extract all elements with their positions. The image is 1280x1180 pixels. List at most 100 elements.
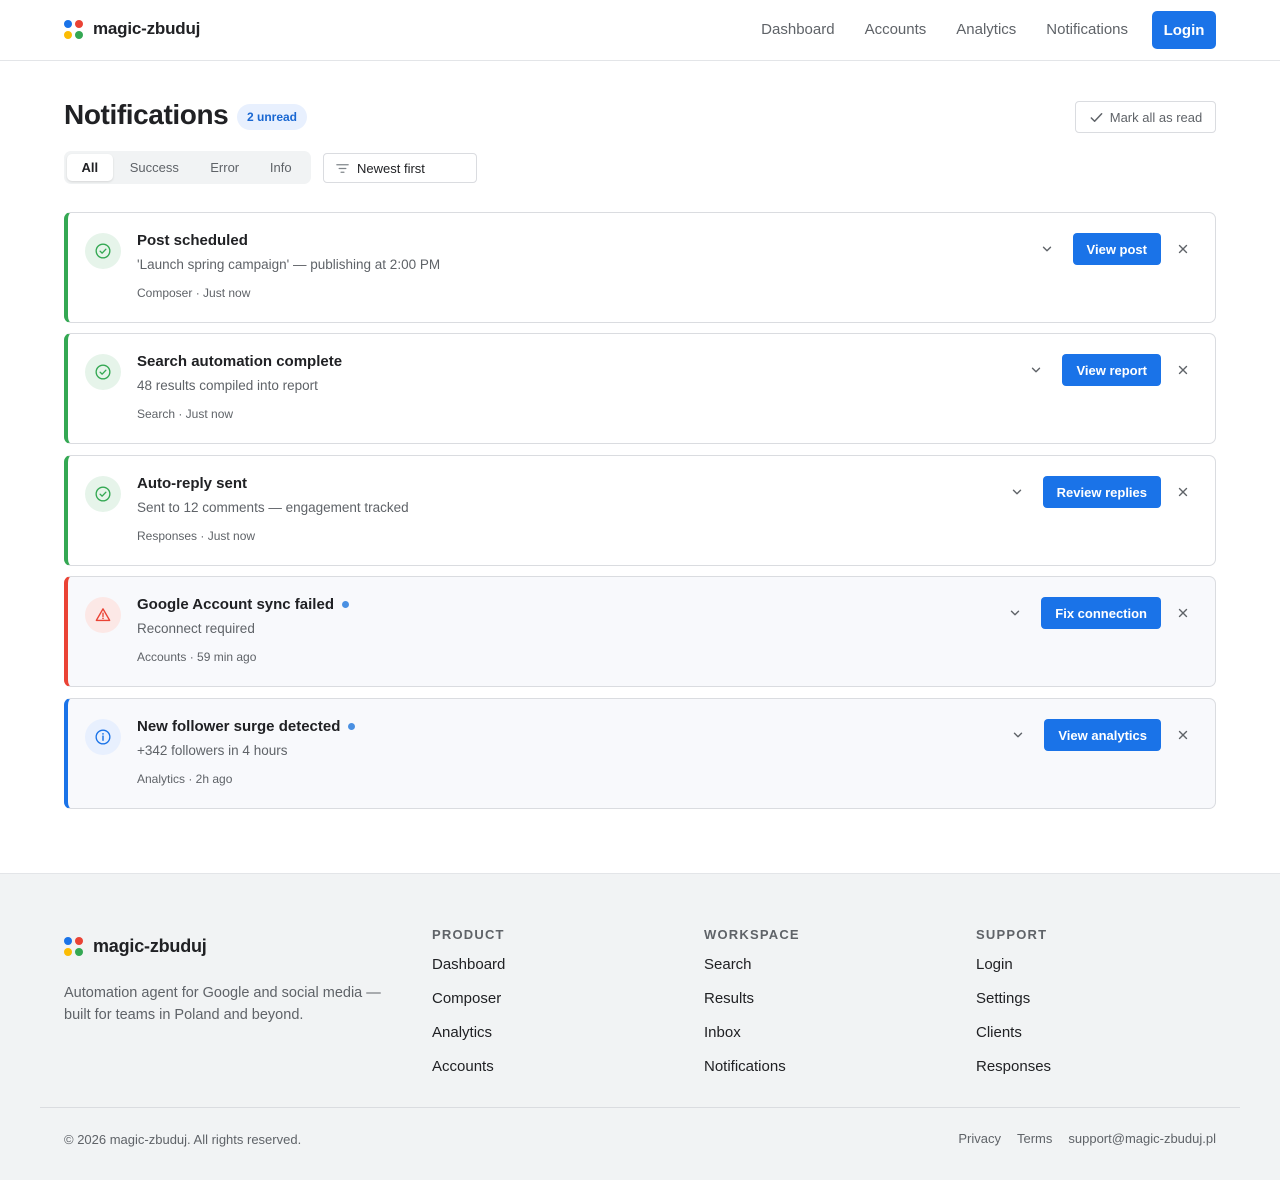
- mark-all-read-button[interactable]: Mark all as read: [1075, 101, 1216, 133]
- brand-dot: [75, 937, 83, 945]
- view-analytics-button[interactable]: View analytics: [1044, 719, 1161, 751]
- footer-brand[interactable]: magic-zbuduj: [64, 936, 207, 957]
- tab-all[interactable]: All: [67, 154, 113, 181]
- sort-select[interactable]: Newest first: [323, 153, 477, 183]
- footer-divider: [40, 1107, 1240, 1108]
- nav-analytics[interactable]: Analytics: [956, 11, 1016, 49]
- brand-dot: [64, 19, 72, 28]
- close-icon[interactable]: [1173, 725, 1193, 745]
- footer-link[interactable]: Settings: [976, 990, 1051, 1008]
- footer-column-support: SUPPORT Login Settings Clients Responses: [976, 927, 1051, 1092]
- chevron-down-icon[interactable]: [1008, 725, 1028, 745]
- warning-triangle-icon: [85, 597, 121, 633]
- notification-meta: Composer · Just now: [137, 286, 251, 300]
- close-icon[interactable]: [1173, 360, 1193, 380]
- support-email-link[interactable]: support@magic-zbuduj.pl: [1068, 1131, 1216, 1146]
- notification-title: Post scheduled: [137, 232, 248, 249]
- brand-dots-icon: [64, 937, 83, 956]
- footer-column-heading: PRODUCT: [432, 927, 505, 942]
- unread-count-badge: 2 unread: [237, 104, 308, 130]
- close-icon[interactable]: [1173, 603, 1193, 623]
- footer-column-heading: WORKSPACE: [704, 927, 800, 942]
- footer-brand-name: magic-zbuduj: [93, 936, 207, 956]
- notification-meta: Accounts · 59 min ago: [137, 650, 257, 664]
- chevron-down-icon[interactable]: [1037, 239, 1057, 259]
- fix-connection-button[interactable]: Fix connection: [1041, 597, 1161, 629]
- notification-description: Sent to 12 comments — engagement tracked: [137, 500, 409, 515]
- footer-link[interactable]: Results: [704, 990, 800, 1008]
- footer-link[interactable]: Dashboard: [432, 956, 505, 974]
- notification-actions: View analytics: [1008, 719, 1193, 751]
- nav-accounts[interactable]: Accounts: [865, 11, 927, 49]
- brand-dot: [64, 937, 72, 945]
- notification-title: New follower surge detected: [137, 718, 356, 735]
- view-post-button[interactable]: View post: [1072, 233, 1161, 265]
- sort-select-value: Newest first: [357, 160, 425, 176]
- notification-card: New follower surge detected +342 followe…: [64, 698, 1216, 809]
- notification-title: Auto-reply sent: [137, 475, 247, 492]
- notification-title-text: Google Account sync failed: [137, 596, 334, 613]
- footer-column-workspace: WORKSPACE Search Results Inbox Notificat…: [704, 927, 800, 1092]
- check-circle-icon: [85, 476, 121, 512]
- notification-actions: Fix connection: [1005, 597, 1193, 629]
- review-replies-button[interactable]: Review replies: [1042, 476, 1161, 508]
- unread-dot: [348, 723, 356, 730]
- chevron-down-icon[interactable]: [1007, 482, 1027, 502]
- footer-link[interactable]: Composer: [432, 990, 505, 1008]
- notification-actions: View report: [1026, 354, 1193, 386]
- notification-card: Search automation complete 48 results co…: [64, 333, 1216, 444]
- footer-column-heading: SUPPORT: [976, 927, 1048, 942]
- login-button[interactable]: Login: [1152, 11, 1216, 49]
- terms-link[interactable]: Terms: [1017, 1131, 1052, 1146]
- notification-actions: View post: [1037, 233, 1193, 265]
- brand-dot: [75, 19, 83, 28]
- chevron-down-icon[interactable]: [1005, 603, 1025, 623]
- notification-actions: Review replies: [1007, 476, 1193, 508]
- close-icon[interactable]: [1173, 239, 1193, 259]
- check-circle-icon: [85, 233, 121, 269]
- view-report-button[interactable]: View report: [1062, 354, 1161, 386]
- site-footer: magic-zbuduj Automation agent for Google…: [0, 873, 1280, 1180]
- footer-link[interactable]: Search: [704, 956, 800, 974]
- unread-dot: [341, 601, 349, 608]
- footer-column-product: PRODUCT Dashboard Composer Analytics Acc…: [432, 927, 505, 1092]
- nav-notifications[interactable]: Notifications: [1046, 11, 1128, 49]
- notification-card: Auto-reply sent Sent to 12 comments — en…: [64, 455, 1216, 566]
- filter-icon: [336, 163, 349, 173]
- notification-title-text: Search automation complete: [137, 353, 343, 370]
- tab-success[interactable]: Success: [113, 154, 196, 181]
- footer-link[interactable]: Analytics: [432, 1024, 505, 1042]
- footer-tagline: Automation agent for Google and social m…: [64, 985, 381, 1023]
- main-nav: Dashboard Accounts Analytics Notificatio…: [761, 11, 1216, 49]
- brand-logo[interactable]: magic-zbuduj: [64, 19, 200, 39]
- brand-dot: [64, 30, 72, 39]
- nav-dashboard[interactable]: Dashboard: [761, 11, 834, 49]
- footer-link[interactable]: Login: [976, 956, 1051, 974]
- chevron-down-icon[interactable]: [1026, 360, 1046, 380]
- close-icon[interactable]: [1173, 482, 1193, 502]
- privacy-link[interactable]: Privacy: [958, 1131, 1001, 1146]
- notification-meta: Search · Just now: [137, 407, 234, 421]
- tab-error[interactable]: Error: [196, 154, 254, 181]
- page-title: Notifications: [64, 99, 229, 130]
- footer-link[interactable]: Inbox: [704, 1024, 800, 1042]
- filter-tabs: All Success Error Info: [64, 151, 311, 184]
- notification-meta: Responses · Just now: [137, 529, 256, 543]
- brand-name: magic-zbuduj: [93, 19, 201, 38]
- notification-card: Post scheduled 'Launch spring campaign' …: [64, 212, 1216, 323]
- footer-link[interactable]: Responses: [976, 1058, 1051, 1076]
- notification-card: Google Account sync failed Reconnect req…: [64, 576, 1216, 687]
- info-circle-icon: [85, 719, 121, 755]
- footer-link[interactable]: Clients: [976, 1024, 1051, 1042]
- notification-meta: Analytics · 2h ago: [137, 772, 233, 786]
- notification-title-text: New follower surge detected: [137, 718, 341, 735]
- tab-info[interactable]: Info: [253, 154, 308, 181]
- mark-all-read-label: Mark all as read: [1109, 109, 1203, 125]
- footer-link[interactable]: Notifications: [704, 1058, 800, 1076]
- notification-title-text: Post scheduled: [137, 232, 248, 249]
- footer-link[interactable]: Accounts: [432, 1058, 505, 1076]
- footer-legal-links: Privacy Terms support@magic-zbuduj.pl: [958, 1131, 1216, 1146]
- copyright-text: © 2026 magic-zbuduj. All rights reserved…: [64, 1132, 302, 1147]
- brand-dot: [64, 948, 72, 956]
- top-navigation-bar: magic-zbuduj Dashboard Accounts Analytic…: [0, 0, 1280, 61]
